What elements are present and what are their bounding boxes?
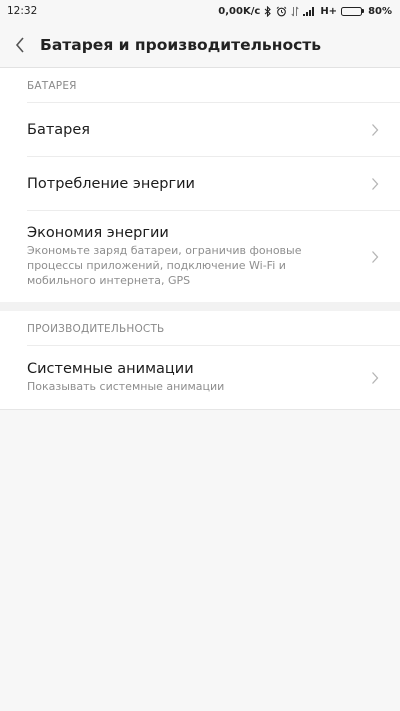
item-title: Системные анимации xyxy=(27,361,194,377)
item-battery[interactable]: Батарея xyxy=(0,103,400,156)
network-speed: 0,00K/c xyxy=(218,5,261,17)
app-header: Батарея и производительность xyxy=(0,22,400,68)
battery-percent: 80% xyxy=(368,5,392,17)
item-subtitle: Показывать системные анимации xyxy=(27,380,225,393)
signal-icon xyxy=(303,6,316,16)
chevron-right-icon xyxy=(368,371,382,385)
item-subtitle: Экономьте заряд батареи, ограничив фонов… xyxy=(27,244,302,287)
item-title: Потребление энергии xyxy=(27,175,195,192)
status-time: 12:32 xyxy=(7,5,38,17)
section-performance: ПРОИЗВОДИТЕЛЬНОСТЬ Системные анимации По… xyxy=(0,311,400,409)
section-header-performance: ПРОИЗВОДИТЕЛЬНОСТЬ xyxy=(27,323,165,335)
back-button[interactable] xyxy=(0,22,40,68)
status-bar: 12:32 0,00K/c H+ 80% xyxy=(0,0,400,22)
settings-list: БАТАРЕЯ Батарея Потребление энергии Экон… xyxy=(0,68,400,410)
battery-icon xyxy=(341,6,365,16)
data-transfer-icon xyxy=(291,6,299,17)
chevron-left-icon xyxy=(15,36,24,53)
section-battery: БАТАРЕЯ Батарея Потребление энергии Экон… xyxy=(0,68,400,302)
section-header-battery: БАТАРЕЯ xyxy=(27,80,77,92)
network-type: H+ xyxy=(320,5,338,17)
item-title: Батарея xyxy=(27,121,91,138)
section-gap xyxy=(0,302,400,311)
item-system-animations[interactable]: Системные анимации Показывать системные … xyxy=(0,346,400,409)
status-icons: 0,00K/c H+ 80% xyxy=(218,5,392,17)
chevron-right-icon xyxy=(368,123,382,137)
chevron-right-icon xyxy=(368,177,382,191)
page-title: Батарея и производительность xyxy=(40,35,322,54)
item-power-saving[interactable]: Экономия энергии Экономьте заряд батареи… xyxy=(0,211,400,302)
bluetooth-icon xyxy=(264,5,272,17)
chevron-right-icon xyxy=(368,250,382,264)
item-power-consumption[interactable]: Потребление энергии xyxy=(0,157,400,210)
item-title: Экономия энергии xyxy=(27,225,169,241)
alarm-icon xyxy=(276,6,287,17)
